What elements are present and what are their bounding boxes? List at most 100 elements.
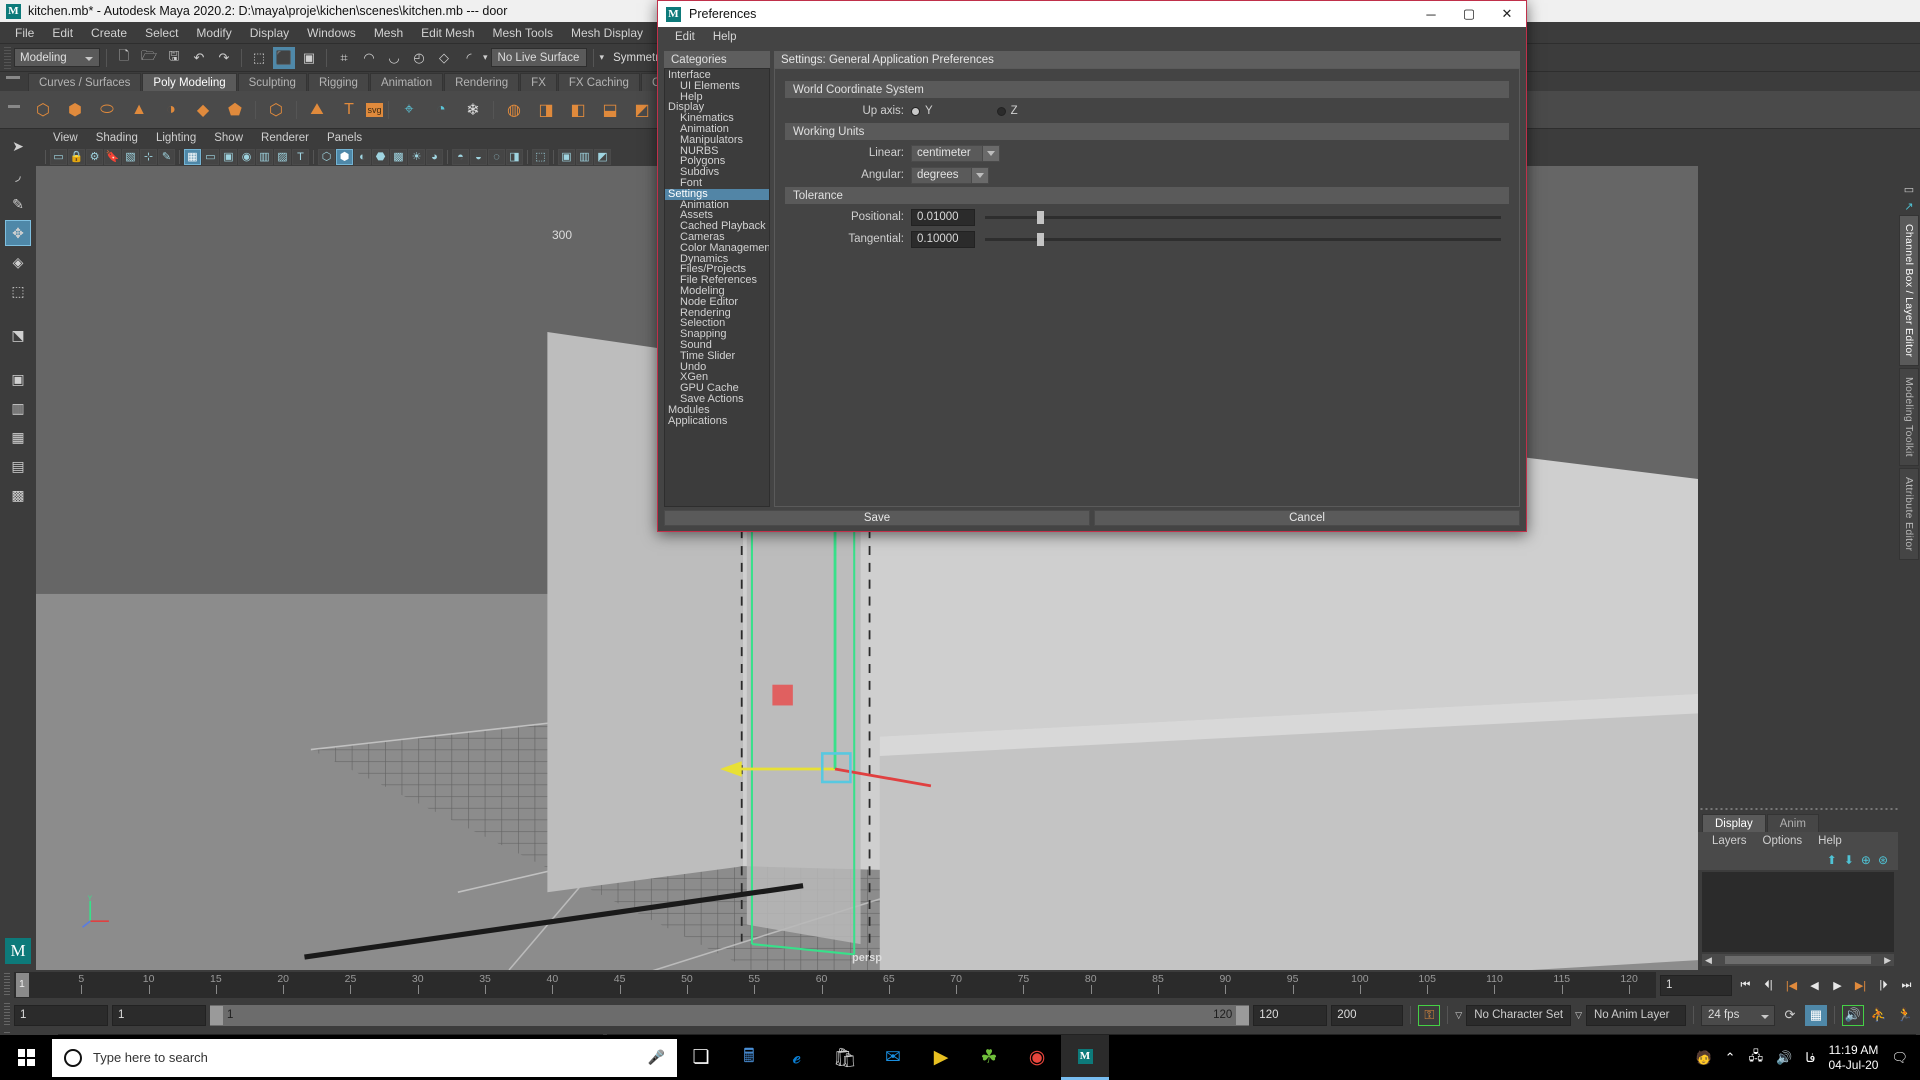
film-origin-icon[interactable]: ▥ <box>256 148 273 165</box>
svg-icon[interactable]: svg <box>366 102 383 117</box>
film-gate-icon[interactable]: ▭ <box>202 148 219 165</box>
flat-shading-icon[interactable]: ⬣ <box>372 148 389 165</box>
smooth-shading-icon[interactable]: ⬢ <box>336 148 353 165</box>
category-item[interactable]: UI Elements <box>665 80 769 92</box>
start-button[interactable] <box>0 1035 52 1080</box>
attribute-arrow-icon[interactable]: ↗ <box>1904 200 1913 213</box>
wireframe-shading-icon[interactable]: ⬡ <box>318 148 335 165</box>
categories-list[interactable]: Interface UI Elements Help Display Kinematic… <box>664 68 770 507</box>
resolution-gate-icon[interactable]: ▣ <box>220 148 237 165</box>
tangential-tolerance-slider[interactable] <box>985 231 1501 248</box>
layer-menu-options[interactable]: Options <box>1755 835 1811 847</box>
tab-anim-layers[interactable]: Anim <box>1766 814 1819 832</box>
scroll-left-arrow-icon[interactable]: ◀ <box>1702 955 1715 966</box>
poly-snowflake-icon[interactable]: ❄ <box>458 95 488 125</box>
microsoft-store-icon[interactable]: 🛍 <box>821 1035 869 1080</box>
move-layer-up-icon[interactable]: ⬆ <box>1827 853 1837 867</box>
grease-pencil-icon[interactable]: ✎ <box>158 148 175 165</box>
anim-layer-field[interactable]: No Anim Layer <box>1586 1004 1686 1026</box>
camera-attributes-icon[interactable]: ⚙ <box>86 148 103 165</box>
snap-point-icon[interactable]: ◡ <box>383 47 405 69</box>
playback-end-field[interactable]: 120 <box>1253 1004 1328 1026</box>
use-all-lights-icon[interactable]: ☀ <box>408 148 425 165</box>
shelf-tab-fx[interactable]: FX <box>520 73 557 91</box>
up-axis-y-radio[interactable] <box>911 106 920 116</box>
linear-unit-dropdown-arrow-icon[interactable] <box>983 144 1000 162</box>
menuset-select[interactable]: Modeling <box>14 48 100 67</box>
viewport-menu-panels[interactable]: Panels <box>318 132 371 144</box>
single-pane-layout-icon[interactable]: ▣ <box>5 366 31 392</box>
step-back-key-icon[interactable]: ⏴| <box>1759 975 1778 996</box>
save-button[interactable]: Save <box>664 510 1090 526</box>
shadows-icon[interactable]: ◕ <box>426 148 443 165</box>
motion-blur-icon[interactable]: ◒ <box>470 148 487 165</box>
category-item[interactable]: Time Slider <box>665 350 769 362</box>
menu-edit-mesh[interactable]: Edit Mesh <box>412 22 483 44</box>
category-item[interactable]: Manipulators <box>665 134 769 146</box>
new-scene-icon[interactable]: 🗋 <box>113 47 135 69</box>
action-center-icon[interactable]: 🗨 <box>1891 1050 1908 1066</box>
show-hidden-icons-chevron[interactable]: ⌃ <box>1725 1050 1736 1066</box>
viewport-menu-shading[interactable]: Shading <box>87 132 147 144</box>
xray-active-components-icon[interactable]: ◩ <box>594 148 611 165</box>
loop-playback-icon[interactable]: ⟳ <box>1779 1005 1801 1026</box>
move-tool-icon[interactable]: ✥ <box>5 220 31 246</box>
character-set-dropdown-arrow[interactable]: ▽ <box>1455 1010 1462 1021</box>
shelf-tab-poly-modeling[interactable]: Poly Modeling <box>142 73 237 91</box>
snap-view-plane-icon[interactable]: ◇ <box>433 47 455 69</box>
step-forward-frame-icon[interactable]: ▶| <box>1851 975 1870 996</box>
anim-layer-dropdown-arrow[interactable]: ▽ <box>1575 1010 1582 1021</box>
show-hide-ui-icon[interactable]: ▭ <box>1904 183 1914 196</box>
poly-cone-icon[interactable]: ▲ <box>124 95 154 125</box>
shelf-tab-animation[interactable]: Animation <box>369 73 444 91</box>
close-icon[interactable]: ✕ <box>1488 1 1526 27</box>
play-backwards-icon[interactable]: ◀ <box>1805 975 1824 996</box>
shelf-grip[interactable] <box>6 76 20 79</box>
angular-unit-dropdown-arrow-icon[interactable] <box>972 166 989 184</box>
network-icon[interactable]: 🖧 <box>1749 1047 1764 1069</box>
go-to-end-icon[interactable]: ⏭ <box>1897 975 1916 996</box>
category-item[interactable]: Modules <box>665 404 769 416</box>
dock-splitter[interactable] <box>1698 805 1898 813</box>
menu-edit[interactable]: Edit <box>43 22 82 44</box>
screen-space-ao-icon[interactable]: ◓ <box>452 148 469 165</box>
select-hierarchy-icon[interactable]: ⬚ <box>248 47 270 69</box>
go-to-start-icon[interactable]: ⏮ <box>1736 975 1755 996</box>
range-right-handle[interactable] <box>1236 1005 1250 1025</box>
run-script-icon[interactable]: 🏃 <box>1894 1005 1916 1026</box>
edge-browser-icon[interactable]: 𝓮 <box>773 1035 821 1080</box>
snap-dropdown-arrow[interactable]: ▾ <box>483 52 488 63</box>
menu-create[interactable]: Create <box>82 22 136 44</box>
minimize-icon[interactable]: ─ <box>1412 1 1450 27</box>
poly-plane-icon[interactable]: ◆ <box>188 95 218 125</box>
xray-mode-icon[interactable]: ▣ <box>558 148 575 165</box>
time-slider-grip[interactable] <box>4 973 10 997</box>
poly-text-icon[interactable]: T <box>334 95 364 125</box>
clover-app-icon[interactable]: ☘ <box>965 1035 1013 1080</box>
rotate-tool-icon[interactable]: ◈ <box>5 249 31 275</box>
toolbar-grip[interactable] <box>4 46 11 69</box>
chrome-icon[interactable]: ◉ <box>1013 1035 1061 1080</box>
grid-toggle-icon[interactable]: ▦ <box>184 148 201 165</box>
menu-windows[interactable]: Windows <box>298 22 365 44</box>
calculator-icon[interactable]: 🖩 <box>725 1035 773 1080</box>
shelf-tab-curves-surfaces[interactable]: Curves / Surfaces <box>28 73 142 91</box>
make-live-icon[interactable]: ◜ <box>458 47 480 69</box>
textured-shading-icon[interactable]: ▩ <box>390 148 407 165</box>
bookmark-icon[interactable]: 🔖 <box>104 148 121 165</box>
layer-menu-help[interactable]: Help <box>1810 835 1850 847</box>
new-layer-icon[interactable]: ⊕ <box>1861 853 1871 867</box>
auto-keyframe-toggle-icon[interactable]: ⚿ <box>1418 1004 1441 1026</box>
combine-icon[interactable]: ◍ <box>499 95 529 125</box>
angular-unit-select[interactable]: degrees <box>911 166 972 184</box>
move-layer-down-icon[interactable]: ⬇ <box>1844 853 1854 867</box>
gate-mask-icon[interactable]: ◉ <box>238 148 255 165</box>
two-d-pan-zoom-icon[interactable]: ⊹ <box>140 148 157 165</box>
shelf-tab-sculpting[interactable]: Sculpting <box>237 73 307 91</box>
people-icon[interactable]: 🧑 <box>1695 1050 1711 1066</box>
language-indicator[interactable]: ڧا <box>1805 1050 1815 1066</box>
shelf-tab-fx-caching[interactable]: FX Caching <box>557 73 640 91</box>
four-pane-layout-icon[interactable]: ▦ <box>5 424 31 450</box>
layer-menu-layers[interactable]: Layers <box>1704 835 1755 847</box>
scale-tool-icon[interactable]: ⬚ <box>5 278 31 304</box>
